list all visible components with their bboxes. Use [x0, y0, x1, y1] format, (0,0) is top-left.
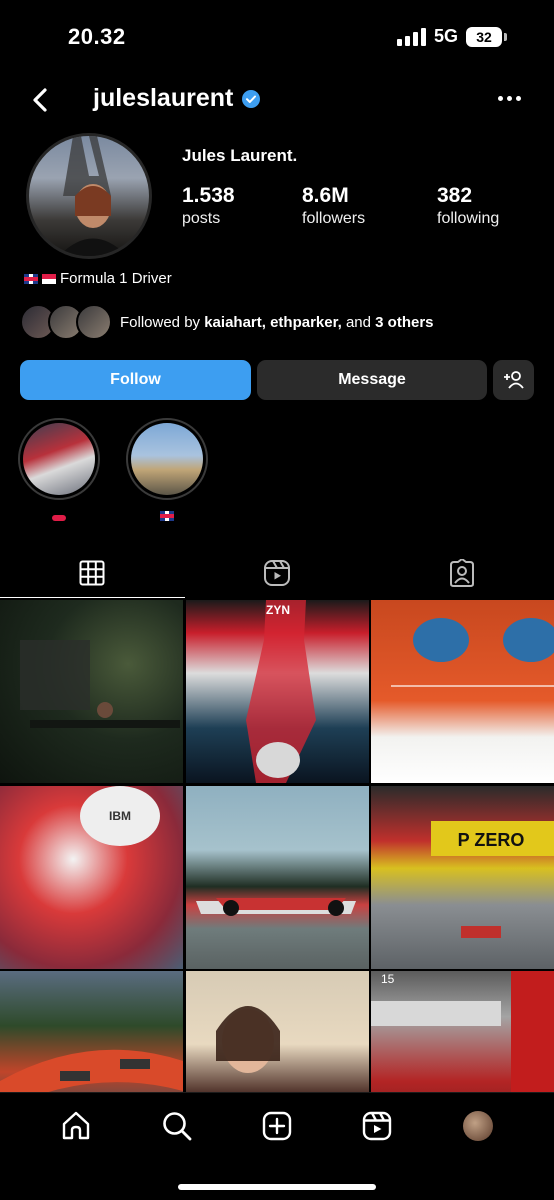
status-indicators: 5G 32: [396, 26, 507, 47]
svg-text:15: 15: [381, 972, 395, 986]
network-label: 5G: [433, 26, 458, 46]
grid-icon: [79, 560, 105, 586]
profile-actions: Follow Message: [20, 360, 534, 400]
followers-stat[interactable]: 8.6M followers: [302, 184, 437, 228]
post-thumbnail[interactable]: [371, 600, 554, 783]
posts-grid: ZYN IBM P ZERO 15: [0, 600, 554, 1154]
post-thumbnail[interactable]: [185, 785, 369, 969]
bio: Formula 1 Driver: [24, 270, 172, 287]
home-indicator: [178, 1184, 376, 1190]
following-count: 382: [437, 184, 473, 207]
follow-button[interactable]: Follow: [20, 360, 251, 400]
battery-icon: 32: [466, 26, 507, 47]
uk-flag-icon: [24, 273, 38, 284]
back-icon[interactable]: [26, 82, 56, 118]
mutual-avatar: [76, 304, 112, 340]
uk-flag-icon: [160, 511, 174, 521]
home-icon[interactable]: [59, 1109, 93, 1143]
highlight-cover: [23, 423, 95, 495]
signal-icon: [396, 27, 426, 46]
search-icon[interactable]: [160, 1109, 194, 1143]
svg-text:ZYN: ZYN: [266, 603, 290, 617]
add-person-icon: [503, 371, 524, 389]
highlight-f1[interactable]: [18, 418, 100, 524]
tab-posts[interactable]: [0, 548, 185, 598]
tagged-icon: [449, 559, 474, 587]
followed-by-text: Followed by kaiahart, ethparker, and 3 o…: [120, 313, 434, 331]
highlight-label: [52, 510, 66, 524]
tab-tagged[interactable]: [369, 548, 554, 598]
indonesia-flag-icon: [42, 273, 56, 284]
verified-badge-icon: [241, 89, 261, 109]
posts-stat[interactable]: 1.538 posts: [182, 184, 302, 228]
display-name: Jules Laurent.: [182, 146, 298, 165]
posts-count: 1.538: [182, 184, 235, 207]
highlight-cover: [131, 423, 203, 495]
create-icon[interactable]: [260, 1109, 294, 1143]
race-car-emoji-icon: [52, 515, 66, 521]
reels-icon: [264, 560, 290, 586]
avatar-image: [29, 136, 149, 256]
reels-nav-icon[interactable]: [360, 1109, 394, 1143]
tab-reels[interactable]: [185, 548, 370, 598]
message-button[interactable]: Message: [257, 360, 487, 400]
following-label: following: [437, 210, 500, 227]
followed-by[interactable]: Followed by kaiahart, ethparker, and 3 o…: [20, 304, 434, 340]
more-options-icon[interactable]: [498, 88, 524, 108]
bottom-navigation: [0, 1092, 554, 1200]
profile-header: julesl‌aurent: [0, 80, 554, 120]
profile-tab[interactable]: [461, 1109, 495, 1143]
username-text: julesl‌aurent: [93, 84, 234, 112]
following-stat[interactable]: 382 following: [437, 184, 527, 228]
profile-avatar-icon: [462, 1111, 493, 1141]
status-bar: 20.32 5G 32: [0, 0, 554, 76]
profile-avatar[interactable]: [26, 133, 152, 259]
bio-text: Formula 1 Driver: [60, 270, 172, 287]
profile-tabs: [0, 548, 554, 598]
mutual-avatars: [20, 304, 112, 340]
highlight-label: [160, 510, 174, 524]
story-highlights: [18, 418, 208, 524]
svg-text:P ZERO: P ZERO: [458, 830, 525, 850]
profile-stats: 1.538 posts 8.6M followers 382 following: [182, 184, 527, 228]
post-thumbnail[interactable]: P ZERO: [371, 785, 554, 969]
post-thumbnail[interactable]: [0, 600, 183, 783]
status-time: 20.32: [68, 24, 126, 49]
followers-label: followers: [302, 210, 366, 227]
posts-label: posts: [182, 210, 221, 227]
followers-count: 8.6M: [302, 184, 349, 207]
highlight-london[interactable]: [126, 418, 208, 524]
post-thumbnail[interactable]: ZYN: [185, 600, 369, 783]
suggested-users-button[interactable]: [493, 360, 534, 400]
svg-text:IBM: IBM: [109, 809, 131, 823]
username-title: julesl‌aurent: [93, 84, 261, 113]
post-thumbnail[interactable]: IBM: [0, 785, 183, 969]
